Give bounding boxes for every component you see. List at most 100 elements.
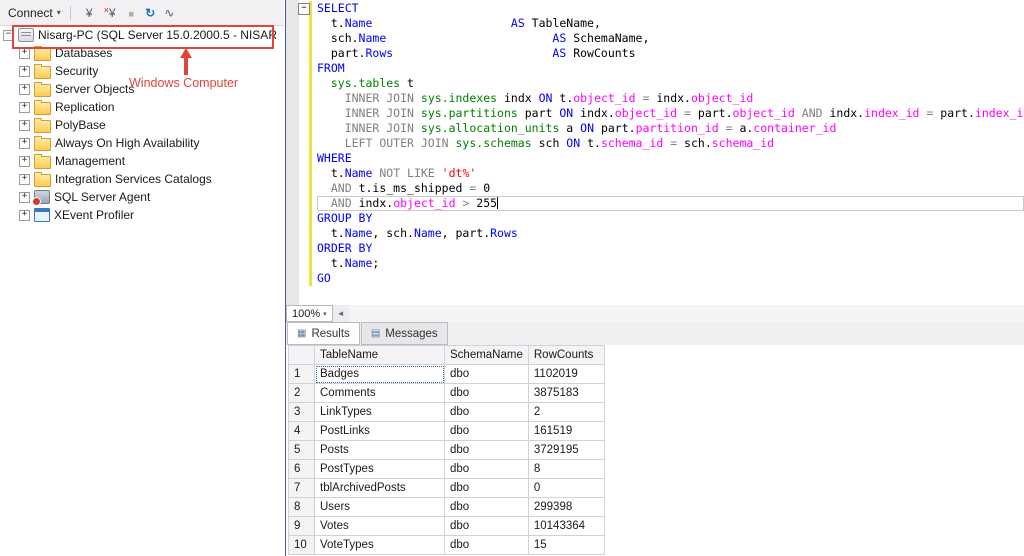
- stop-icon[interactable]: ■: [122, 5, 141, 23]
- code-line-text: INNER JOIN sys.indexes indx ON t.object_…: [344, 91, 754, 105]
- collapse-icon[interactable]: −: [3, 29, 14, 41]
- cell[interactable]: 2: [527, 402, 605, 422]
- line-gutter: [299, 166, 317, 181]
- row-number[interactable]: 1: [288, 364, 315, 384]
- code-line: AND indx.object_id > 255: [299, 196, 1024, 211]
- cell[interactable]: PostTypes: [314, 459, 445, 479]
- tree-item-databases[interactable]: + Databases: [0, 44, 284, 62]
- cell[interactable]: 0: [527, 478, 605, 498]
- cell[interactable]: Votes: [314, 516, 445, 536]
- expand-icon[interactable]: +: [19, 119, 30, 131]
- cell[interactable]: Badges: [314, 364, 445, 384]
- expand-icon[interactable]: +: [19, 173, 30, 185]
- row-number[interactable]: 10: [288, 535, 315, 555]
- cell[interactable]: Comments: [314, 383, 445, 403]
- row-number[interactable]: 4: [288, 421, 315, 441]
- tree-item-xevent-profiler[interactable]: + XEvent Profiler: [0, 206, 284, 224]
- connect-icon[interactable]: ¥: [76, 2, 103, 24]
- cell[interactable]: 8: [527, 459, 605, 479]
- expand-icon[interactable]: +: [19, 47, 30, 59]
- cell[interactable]: dbo: [444, 535, 529, 555]
- cell[interactable]: dbo: [444, 459, 529, 479]
- folder-icon: [34, 135, 51, 151]
- grid-header-row: TableName SchemaName RowCounts: [288, 345, 605, 365]
- tab-messages[interactable]: ▤ Messages: [360, 322, 448, 345]
- cell[interactable]: dbo: [444, 383, 529, 403]
- row-number[interactable]: 9: [288, 516, 315, 536]
- changed-line-bar: [309, 106, 312, 121]
- code-line-text: INNER JOIN sys.partitions part ON indx.o…: [344, 106, 1024, 120]
- expand-icon[interactable]: +: [19, 83, 30, 95]
- scroll-left-icon[interactable]: ◄: [333, 309, 349, 318]
- cell[interactable]: PostLinks: [314, 421, 445, 441]
- cell[interactable]: dbo: [444, 402, 529, 422]
- tree-item-sql-server-agent[interactable]: + SQL Server Agent: [0, 188, 284, 206]
- cell[interactable]: 3875183: [527, 383, 605, 403]
- expand-icon[interactable]: +: [19, 191, 30, 203]
- expand-icon[interactable]: +: [19, 155, 30, 167]
- row-number[interactable]: 7: [288, 478, 315, 498]
- refresh-icon[interactable]: ↻: [141, 4, 160, 22]
- column-header-tablename[interactable]: TableName: [314, 345, 445, 365]
- tree-item-polybase[interactable]: + PolyBase: [0, 116, 284, 134]
- grid-body: 1 Badges dbo 1102019 2 Comments dbo 3875183 3 Lin…: [288, 364, 605, 555]
- row-number[interactable]: 6: [288, 459, 315, 479]
- changed-line-bar: [309, 31, 312, 46]
- code-line-text: sys.tables t: [330, 76, 414, 90]
- row-number[interactable]: 5: [288, 440, 315, 460]
- tree-item-always-on-high-availability[interactable]: + Always On High Availability: [0, 134, 284, 152]
- editor-status-bar: 100% ▾ ◄: [286, 305, 1024, 322]
- changed-line-bar: [309, 46, 312, 61]
- changed-line-bar: [309, 211, 312, 226]
- table-row: 6 PostTypes dbo 8: [288, 459, 605, 479]
- tree-item-server-root[interactable]: − Nisarg-PC (SQL Server 15.0.2000.5 - NI…: [0, 26, 284, 44]
- folder-icon: [34, 117, 51, 133]
- disconnect-icon[interactable]: ¥: [103, 1, 122, 22]
- row-number[interactable]: 3: [288, 402, 315, 422]
- activity-icon[interactable]: ∿: [160, 4, 179, 22]
- tree-item-replication[interactable]: + Replication: [0, 98, 284, 116]
- cell[interactable]: Posts: [314, 440, 445, 460]
- cell[interactable]: dbo: [444, 364, 529, 384]
- tree-item-label: SQL Server Agent: [54, 190, 151, 204]
- code-line: WHERE: [299, 151, 1024, 166]
- expand-icon[interactable]: +: [19, 137, 30, 149]
- expand-icon[interactable]: +: [19, 65, 30, 77]
- cell[interactable]: 15: [527, 535, 605, 555]
- folder-icon: [34, 99, 51, 115]
- cell[interactable]: dbo: [444, 440, 529, 460]
- sql-editor[interactable]: − SELECT t.Name AS TableName, sch.Name AS…: [286, 0, 1024, 305]
- zoom-dropdown[interactable]: 100% ▾: [286, 305, 333, 322]
- row-number[interactable]: 2: [288, 383, 315, 403]
- cell[interactable]: dbo: [444, 497, 529, 517]
- cell[interactable]: 161519: [527, 421, 605, 441]
- cell[interactable]: VoteTypes: [314, 535, 445, 555]
- cell[interactable]: tblArchivedPosts: [314, 478, 445, 498]
- cell[interactable]: dbo: [444, 516, 529, 536]
- code-line-text: GROUP BY: [317, 211, 373, 225]
- tree-item-management[interactable]: + Management: [0, 152, 284, 170]
- row-number[interactable]: 8: [288, 497, 315, 517]
- cell[interactable]: dbo: [444, 421, 529, 441]
- cell[interactable]: Users: [314, 497, 445, 517]
- column-header-rowcounts[interactable]: RowCounts: [527, 345, 605, 365]
- tree-item-integration-services-catalogs[interactable]: + Integration Services Catalogs: [0, 170, 284, 188]
- expand-icon[interactable]: +: [19, 209, 30, 221]
- cell[interactable]: dbo: [444, 478, 529, 498]
- cell[interactable]: LinkTypes: [314, 402, 445, 422]
- cell[interactable]: 10143364: [527, 516, 605, 536]
- column-header-schemaname[interactable]: SchemaName: [444, 345, 529, 365]
- cell[interactable]: 3729195: [527, 440, 605, 460]
- tab-results[interactable]: ▦ Results: [287, 322, 360, 345]
- expand-icon[interactable]: +: [19, 101, 30, 113]
- grid-corner-cell[interactable]: [288, 345, 315, 365]
- horizontal-scrollbar[interactable]: ◄: [333, 305, 1024, 322]
- cell[interactable]: 1102019: [527, 364, 605, 384]
- connect-dropdown[interactable]: Connect ▾: [4, 4, 65, 22]
- fold-collapse-icon[interactable]: −: [298, 3, 310, 15]
- line-gutter: −: [298, 1, 317, 16]
- cell[interactable]: 299398: [527, 497, 605, 517]
- scrollbar-track[interactable]: [348, 305, 1024, 322]
- code-line: AND t.is_ms_shipped = 0: [299, 181, 1024, 196]
- chevron-down-icon: ▾: [56, 8, 61, 17]
